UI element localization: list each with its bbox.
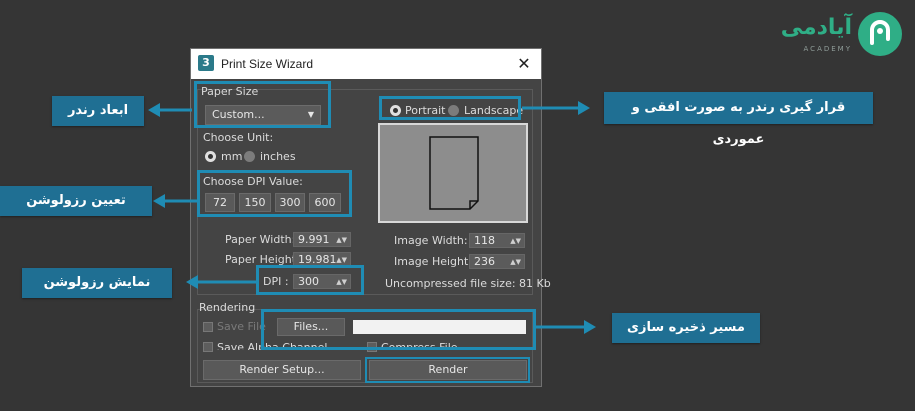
callout-orientation-text: قرار گیری رندر به صورت افقی و عموردی [631, 100, 846, 147]
callout-resolution-text: تعیین رزولوشن [26, 193, 126, 208]
callout-save-path-text: مسیر ذخیره سازی [627, 320, 745, 335]
callout-save-path: مسیر ذخیره سازی [612, 313, 760, 343]
callout-render-dimensions: ابعاد رندر [52, 96, 144, 126]
callout-show-resolution: نمایش رزولوشن [22, 268, 172, 298]
callout-orientation: قرار گیری رندر به صورت افقی و عموردی [604, 92, 873, 147]
callout-render-dimensions-text: ابعاد رندر [67, 103, 129, 118]
callout-resolution: تعیین رزولوشن [0, 186, 152, 216]
callout-show-resolution-text: نمایش رزولوشن [43, 275, 151, 290]
